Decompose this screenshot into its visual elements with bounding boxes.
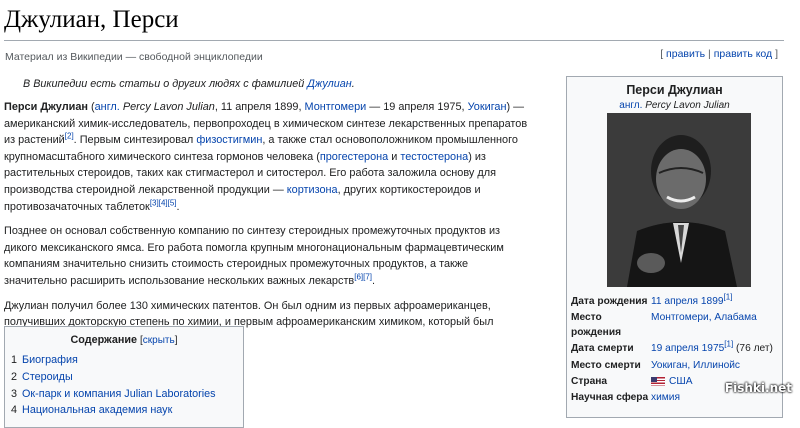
field-link[interactable]: химия bbox=[651, 392, 680, 403]
hatnote: В Википедии есть статьи о других людях с… bbox=[23, 78, 355, 90]
text-run: ( bbox=[87, 101, 95, 113]
article-body: Перси Джулиан (англ. Percy Lavon Julian,… bbox=[4, 99, 532, 355]
country-link[interactable]: США bbox=[669, 376, 693, 387]
text-run: , 11 апреля 1899, bbox=[214, 101, 305, 113]
reference-link[interactable]: [1] bbox=[724, 340, 733, 349]
row-value: Монтгомери, Алабама bbox=[651, 311, 777, 340]
text-run: — 19 апреля 1975, bbox=[366, 101, 468, 113]
toc-header: Содержание [скрыть] bbox=[70, 334, 178, 346]
cortisone-link[interactable]: кортизона bbox=[287, 184, 338, 196]
page-title: Джулиан, Перси bbox=[4, 6, 179, 33]
reference-link[interactable]: [6][7] bbox=[354, 272, 372, 281]
toc-item[interactable]: 4 Национальная академия наук bbox=[11, 402, 243, 419]
text-run: . Первым синтезировал bbox=[73, 134, 197, 147]
edit-link[interactable]: править bbox=[666, 48, 705, 60]
toc-item[interactable]: 1 Биография bbox=[11, 352, 243, 369]
row-label: Дата смерти bbox=[571, 343, 634, 355]
text-run: . bbox=[372, 274, 376, 287]
row-label: Место рождения bbox=[571, 312, 622, 338]
title-divider bbox=[4, 40, 784, 41]
toc-item-number: 3 bbox=[11, 387, 18, 400]
subject-name: Перси Джулиан bbox=[4, 101, 88, 113]
reference-link[interactable]: [3][4][5] bbox=[150, 198, 177, 207]
reference-link[interactable]: [2] bbox=[65, 132, 74, 141]
toc-item-number: 4 bbox=[11, 404, 18, 417]
lang-link[interactable]: англ. bbox=[95, 101, 120, 113]
physostigmine-link[interactable]: физостигмин bbox=[196, 134, 262, 146]
toc-title: Содержание bbox=[70, 334, 138, 346]
toc-item-number: 2 bbox=[11, 370, 18, 383]
infobox: Перси Джулиан англ. Percy Lavon Julian Д… bbox=[566, 76, 783, 418]
portrait-photo[interactable] bbox=[607, 113, 751, 287]
toc-item[interactable]: 3 Ок-парк и компания Julian Laboratories bbox=[11, 386, 243, 403]
original-name: Percy Lavon Julian bbox=[119, 101, 215, 113]
toc-hide-link[interactable]: скрыть bbox=[143, 335, 175, 346]
edit-code-link[interactable]: править код bbox=[714, 48, 772, 60]
text-run: и bbox=[388, 150, 401, 163]
portrait-illustration bbox=[607, 113, 751, 287]
death-place-link[interactable]: Уокиган, Иллинойс bbox=[651, 360, 740, 371]
infobox-row-death-place: Место смерти Уокиган, Иллинойс bbox=[571, 359, 777, 373]
death-date-link[interactable]: 19 апреля 1975 bbox=[651, 343, 724, 354]
deathplace-link[interactable]: Уокиган bbox=[468, 101, 507, 113]
edit-links: [ править | править код ] bbox=[660, 48, 778, 60]
infobox-row-death-date: Дата смерти 19 апреля 1975[1] (76 лет) bbox=[571, 340, 777, 356]
row-value: 11 апреля 1899[1] bbox=[651, 293, 777, 309]
lang-link[interactable]: англ. bbox=[619, 100, 642, 111]
reference-link[interactable]: [1] bbox=[724, 293, 733, 302]
testosterone-link[interactable]: тестостерона bbox=[400, 151, 468, 163]
birthplace-link[interactable]: Монтгомери bbox=[305, 101, 367, 113]
usa-flag-icon bbox=[651, 376, 665, 386]
infobox-row-birth-date: Дата рождения 11 апреля 1899[1] bbox=[571, 293, 777, 309]
text-run: Позднее он основал собственную компанию … bbox=[4, 225, 504, 287]
birth-place-link[interactable]: Монтгомери, Алабама bbox=[651, 312, 757, 323]
hatnote-suffix: . bbox=[351, 78, 355, 90]
toc-item-link[interactable]: Ок-парк и компания Julian Laboratories bbox=[22, 388, 216, 400]
toc-list: 1 Биография 2 Стероиды 3 Ок-парк и компания… bbox=[11, 352, 243, 419]
row-label: Дата рождения bbox=[571, 296, 648, 307]
birth-date-link[interactable]: 11 апреля 1899 bbox=[651, 296, 724, 307]
paragraph-company: Позднее он основал собственную компанию … bbox=[4, 223, 532, 289]
table-of-contents: Содержание [скрыть] 1 Биография 2 Стероиды… bbox=[4, 326, 244, 428]
age-text: (76 лет) bbox=[733, 343, 773, 355]
watermark-logo: Fishki.net bbox=[724, 381, 792, 395]
row-value: 19 апреля 1975[1] (76 лет) bbox=[651, 340, 777, 356]
hatnote-text: В Википедии есть статьи о других людях с… bbox=[23, 78, 308, 90]
toc-item[interactable]: 2 Стероиды bbox=[11, 369, 243, 386]
paragraph-intro: Перси Джулиан (англ. Percy Lavon Julian,… bbox=[4, 99, 532, 215]
row-label: Место смерти bbox=[571, 359, 641, 371]
row-value: Уокиган, Иллинойс bbox=[651, 359, 777, 373]
hatnote-link[interactable]: Джулиан bbox=[307, 78, 351, 90]
toc-item-link[interactable]: Биография bbox=[22, 354, 78, 366]
infobox-row-birth-place: Место рождения Монтгомери, Алабама bbox=[571, 311, 777, 340]
page-tagline: Материал из Википедии — свободной энцикл… bbox=[5, 51, 263, 63]
infobox-orig-text: Percy Lavon Julian bbox=[645, 100, 730, 111]
infobox-original-name: англ. Percy Lavon Julian bbox=[567, 100, 782, 111]
toc-item-link[interactable]: Стероиды bbox=[22, 371, 73, 383]
progesterone-link[interactable]: прогестерона bbox=[320, 151, 388, 163]
toc-item-number: 1 bbox=[11, 354, 18, 366]
row-label: Научная сфера bbox=[571, 392, 649, 404]
toc-item-link[interactable]: Национальная академия наук bbox=[22, 404, 172, 416]
infobox-name: Перси Джулиан bbox=[626, 83, 723, 97]
text-run: . bbox=[176, 200, 180, 213]
row-label: Страна bbox=[571, 376, 608, 388]
